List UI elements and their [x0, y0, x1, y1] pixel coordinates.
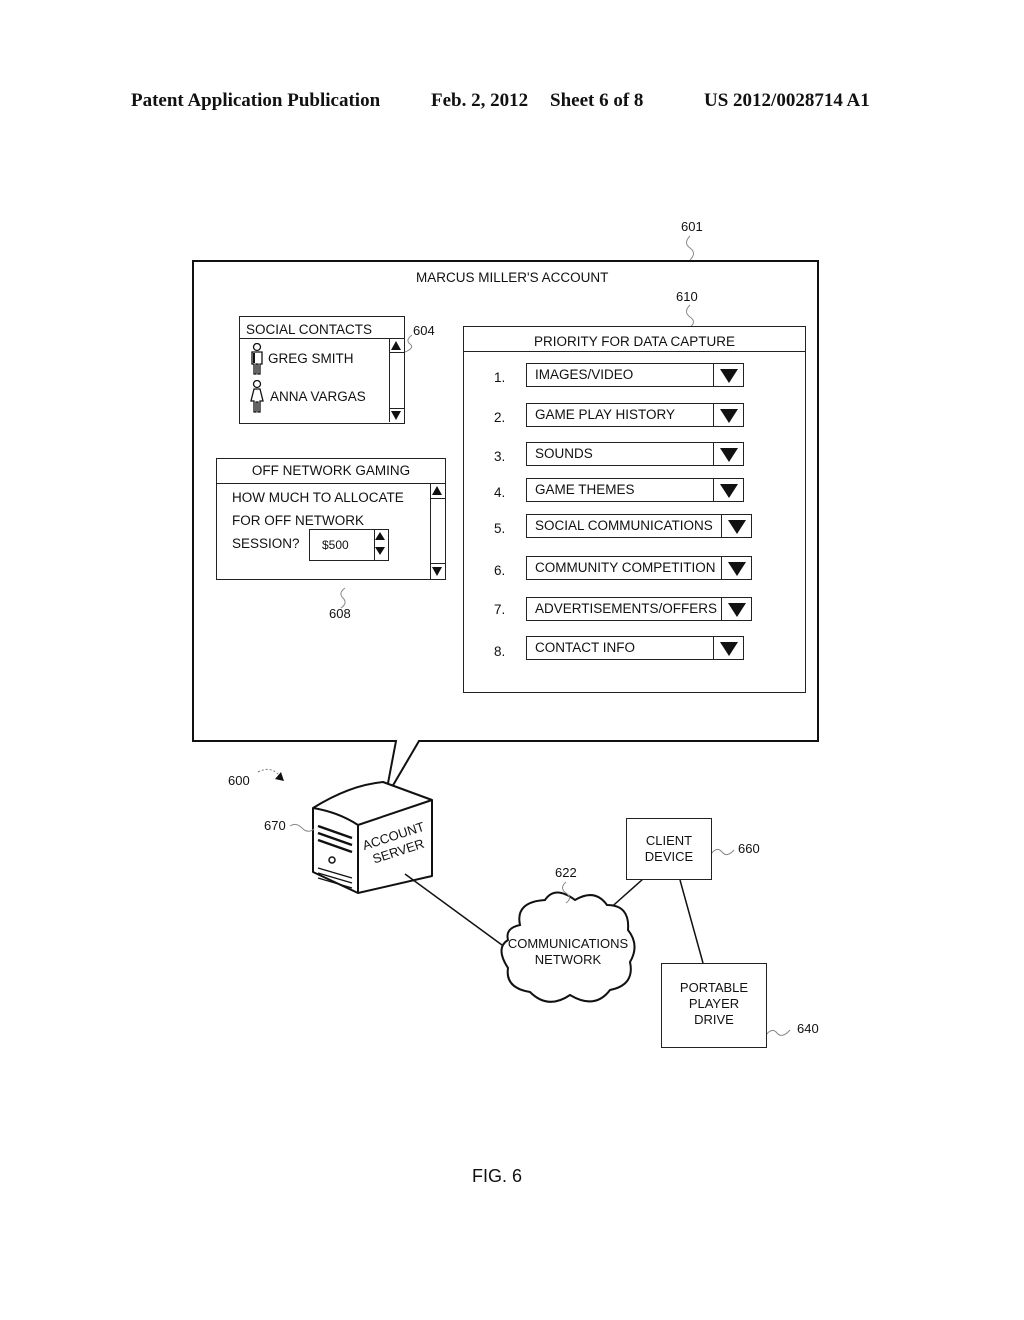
amount-value: $500: [322, 538, 349, 552]
client-label-line: DEVICE: [644, 849, 694, 864]
caret-down-icon: [720, 409, 738, 423]
ref-660: 660: [738, 841, 760, 856]
contact-item[interactable]: ANNA VARGAS: [246, 380, 376, 413]
priority-number: 1.: [494, 370, 506, 385]
social-contacts-panel: SOCIAL CONTACTS GREG SMITH ANNA VARGAS: [239, 316, 405, 424]
increment-icon[interactable]: [375, 532, 385, 540]
ref-610: 610: [676, 289, 698, 304]
contact-name: ANNA VARGAS: [270, 389, 366, 404]
dropdown-toggle[interactable]: [713, 479, 743, 501]
priority-number: 4.: [494, 485, 506, 500]
ref-608: 608: [329, 606, 351, 621]
caret-down-icon: [728, 603, 746, 617]
priority-panel: PRIORITY FOR DATA CAPTURE 1. IMAGES/VIDE…: [463, 326, 806, 693]
server-network-link: [404, 873, 503, 946]
dropdown-value: IMAGES/VIDEO: [535, 367, 634, 382]
network-label-line: NETWORK: [534, 952, 602, 967]
off-network-title: OFF NETWORK GAMING: [251, 463, 411, 478]
client-label-line: CLIENT: [645, 833, 693, 848]
dropdown-value: CONTACT INFO: [535, 640, 635, 655]
contact-item[interactable]: GREG SMITH: [246, 343, 376, 375]
priority-dropdown[interactable]: COMMUNITY COMPETITION: [526, 556, 752, 580]
ref-600: 600: [228, 773, 250, 788]
ref-604: 604: [413, 323, 435, 338]
priority-number: 6.: [494, 563, 506, 578]
scroll-up-icon[interactable]: [432, 486, 442, 495]
dropdown-toggle[interactable]: [721, 598, 751, 620]
off-network-panel: OFF NETWORK GAMING HOW MUCH TO ALLOCATE …: [216, 458, 446, 580]
dropdown-toggle[interactable]: [713, 404, 743, 426]
caret-down-icon: [720, 448, 738, 462]
priority-dropdown[interactable]: CONTACT INFO: [526, 636, 744, 660]
decrement-icon[interactable]: [375, 547, 385, 555]
dropdown-value: COMMUNITY COMPETITION: [535, 560, 716, 575]
ref-670: 670: [264, 818, 286, 833]
dropdown-toggle[interactable]: [721, 515, 751, 537]
dropdown-toggle[interactable]: [713, 364, 743, 386]
social-contacts-title: SOCIAL CONTACTS: [246, 322, 373, 337]
priority-number: 8.: [494, 644, 506, 659]
dropdown-value: SOCIAL COMMUNICATIONS: [535, 518, 713, 533]
male-person-icon: [251, 343, 263, 375]
scroll-up-icon[interactable]: [391, 341, 401, 350]
scroll-down-icon[interactable]: [391, 411, 401, 420]
caret-down-icon: [720, 484, 738, 498]
priority-dropdown[interactable]: SOUNDS: [526, 442, 744, 466]
network-label: COMMUNICATIONS NETWORK: [503, 936, 633, 968]
ref-601: 601: [681, 219, 703, 234]
dropdown-value: SOUNDS: [535, 446, 593, 461]
priority-dropdown[interactable]: GAME THEMES: [526, 478, 744, 502]
female-person-icon: [250, 380, 264, 413]
allocation-question-line: HOW MUCH TO ALLOCATE: [232, 490, 404, 505]
caret-down-icon: [728, 562, 746, 576]
network-label-line: COMMUNICATIONS: [507, 936, 629, 951]
account-title: MARCUS MILLER'S ACCOUNT: [416, 270, 609, 285]
priority-title: PRIORITY FOR DATA CAPTURE: [533, 334, 736, 349]
priority-number: 2.: [494, 410, 506, 425]
off-network-scrollbar[interactable]: [430, 483, 445, 579]
priority-number: 7.: [494, 602, 506, 617]
priority-number: 3.: [494, 449, 506, 464]
contact-name: GREG SMITH: [268, 351, 354, 366]
priority-dropdown[interactable]: IMAGES/VIDEO: [526, 363, 744, 387]
dropdown-value: ADVERTISEMENTS/OFFERS: [535, 601, 718, 616]
priority-dropdown[interactable]: GAME PLAY HISTORY: [526, 403, 744, 427]
priority-dropdown[interactable]: ADVERTISEMENTS/OFFERS: [526, 597, 752, 621]
caret-down-icon: [720, 642, 738, 656]
caret-down-icon: [728, 520, 746, 534]
contacts-scrollbar[interactable]: [389, 338, 404, 422]
dropdown-value: GAME THEMES: [535, 482, 635, 497]
portable-drive-box: PORTABLE PLAYER DRIVE: [661, 963, 767, 1048]
client-device-box: CLIENT DEVICE: [626, 818, 712, 880]
ref-640: 640: [797, 1021, 819, 1036]
dropdown-toggle[interactable]: [713, 637, 743, 659]
amount-stepper[interactable]: $500: [309, 529, 389, 561]
caret-down-icon: [720, 369, 738, 383]
drive-label-line: PLAYER: [688, 996, 740, 1011]
drive-label-line: DRIVE: [694, 1012, 734, 1027]
drive-label-line: PORTABLE: [679, 980, 749, 995]
dropdown-toggle[interactable]: [721, 557, 751, 579]
client-drive-link: [679, 879, 704, 964]
scroll-down-icon[interactable]: [432, 567, 442, 576]
priority-dropdown[interactable]: SOCIAL COMMUNICATIONS: [526, 514, 752, 538]
allocation-question-line: SESSION?: [232, 536, 300, 551]
allocation-question-line: FOR OFF NETWORK: [232, 513, 364, 528]
priority-number: 5.: [494, 521, 506, 536]
figure-caption: FIG. 6: [472, 1166, 523, 1186]
dropdown-toggle[interactable]: [713, 443, 743, 465]
ref-622: 622: [555, 865, 577, 880]
dropdown-value: GAME PLAY HISTORY: [535, 407, 676, 422]
